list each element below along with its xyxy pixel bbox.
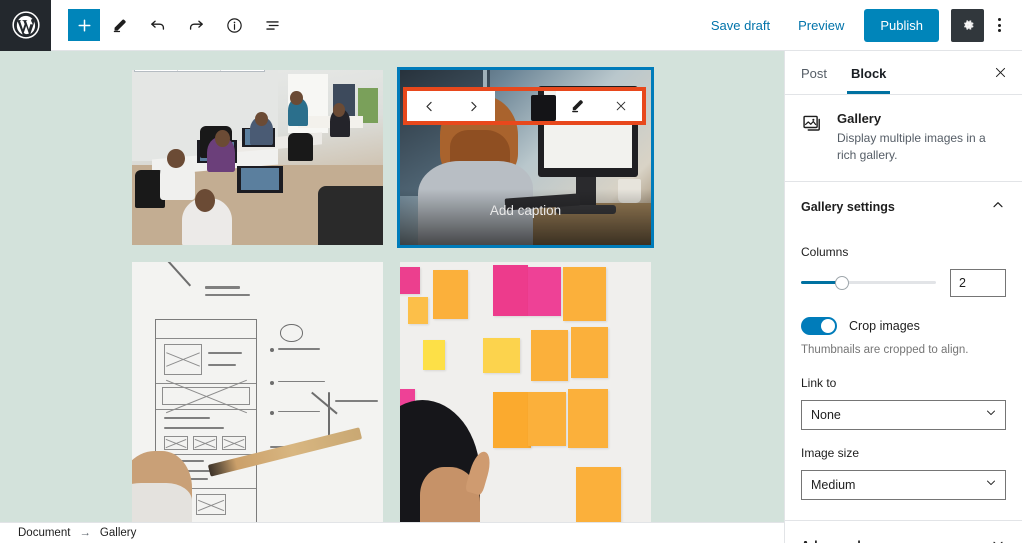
block-info-card: Gallery Display multiple images in a ric… [785, 95, 1022, 182]
editor-top-bar: Save draft Preview Publish [0, 0, 1022, 51]
gallery-block[interactable]: Add caption [132, 67, 654, 522]
undo-arrow-icon[interactable] [140, 7, 176, 43]
columns-control [801, 268, 1006, 297]
sidebar-tabs: Post Block [785, 51, 1022, 95]
gallery-image-1[interactable] [132, 70, 383, 245]
preview-button[interactable]: Preview [784, 10, 858, 41]
image-size-control: Medium [801, 469, 1006, 500]
image-size-select[interactable]: Medium [801, 469, 1006, 500]
info-circle-icon[interactable] [216, 7, 252, 43]
editor-canvas: Add caption [0, 51, 784, 522]
chevron-up-icon [990, 197, 1006, 218]
crop-images-toggle[interactable] [801, 316, 837, 335]
image-caption[interactable]: Add caption [400, 189, 651, 245]
breadcrumb-separator: → [79, 527, 91, 539]
edit-image-button[interactable] [556, 91, 599, 121]
panel-header-advanced[interactable]: Advanced [785, 521, 1022, 543]
chevron-right-icon[interactable] [451, 91, 495, 121]
link-to-label: Link to [801, 375, 837, 390]
chevron-down-icon [990, 536, 1006, 543]
more-options-button[interactable] [984, 9, 1014, 42]
wordpress-block-editor: Save draft Preview Publish Add caption D… [0, 0, 1022, 543]
image-edit-group [556, 91, 642, 121]
publish-actions-group: Save draft Preview Publish [697, 8, 1022, 42]
columns-label: Columns [801, 244, 849, 259]
gallery-block-icon [801, 111, 825, 165]
breadcrumb: Document → Gallery [0, 522, 784, 543]
image-move-group [407, 91, 495, 121]
gallery-image-4[interactable] [400, 262, 651, 522]
block-title: Gallery [837, 111, 882, 126]
panel-header-gallery-settings[interactable]: Gallery settings [785, 182, 1022, 231]
block-navigation-icon[interactable] [254, 7, 290, 43]
tab-block[interactable]: Block [839, 53, 898, 94]
breadcrumb-item-gallery[interactable]: Gallery [100, 527, 136, 539]
block-description: Display multiple images in a rich galler… [837, 131, 986, 163]
tab-post[interactable]: Post [789, 53, 839, 93]
remove-image-button[interactable] [599, 91, 642, 121]
close-sidebar-button[interactable] [982, 55, 1018, 91]
image-hover-toolbar[interactable] [403, 87, 646, 125]
publish-button[interactable]: Publish [864, 8, 939, 42]
link-to-select[interactable]: None [801, 399, 1006, 430]
crop-images-label: Crop images [849, 318, 920, 333]
editor-tools-group [68, 7, 290, 43]
office-photo [132, 70, 383, 245]
gallery-image-2[interactable]: Add caption [397, 67, 654, 248]
wireframe-sketch-photo [132, 262, 383, 522]
redo-arrow-icon[interactable] [178, 7, 214, 43]
gear-icon[interactable] [951, 8, 984, 42]
kebab-vertical-icon [997, 18, 1001, 32]
gallery-block-toolbar[interactable] [134, 70, 265, 72]
sticky-notes-photo [400, 262, 651, 522]
toggle-knob [821, 318, 835, 333]
chevron-left-icon[interactable] [407, 91, 451, 121]
settings-sidebar: Post Block Gallery Display multiple imag… [784, 51, 1022, 543]
align-center-icon[interactable] [178, 70, 221, 71]
gallery-settings-body: Columns Crop images Thumbnails are cropp… [785, 231, 1022, 521]
link-to-control: None [801, 399, 1006, 430]
add-block-button[interactable] [68, 9, 100, 41]
save-draft-button[interactable]: Save draft [697, 10, 784, 41]
slider-thumb[interactable] [834, 275, 849, 290]
gallery-more-options-button[interactable] [221, 70, 264, 71]
panel-title: Gallery settings [801, 200, 895, 215]
crop-images-help-text: Thumbnails are cropped to align. [801, 343, 969, 356]
crop-images-control: Crop images [801, 316, 1006, 335]
edit-mode-button[interactable] [102, 7, 138, 43]
close-x-icon [995, 67, 1005, 78]
breadcrumb-item-document[interactable]: Document [18, 527, 70, 539]
gallery-block-icon[interactable] [135, 70, 178, 71]
panel-title: Advanced [801, 539, 861, 543]
columns-number-input[interactable] [950, 268, 1006, 297]
columns-slider[interactable] [801, 274, 936, 292]
wordpress-logo-icon[interactable] [0, 0, 51, 51]
gallery-image-3[interactable] [132, 262, 383, 522]
image-size-label: Image size [801, 445, 860, 460]
block-info-text: Gallery Display multiple images in a ric… [837, 111, 1006, 165]
